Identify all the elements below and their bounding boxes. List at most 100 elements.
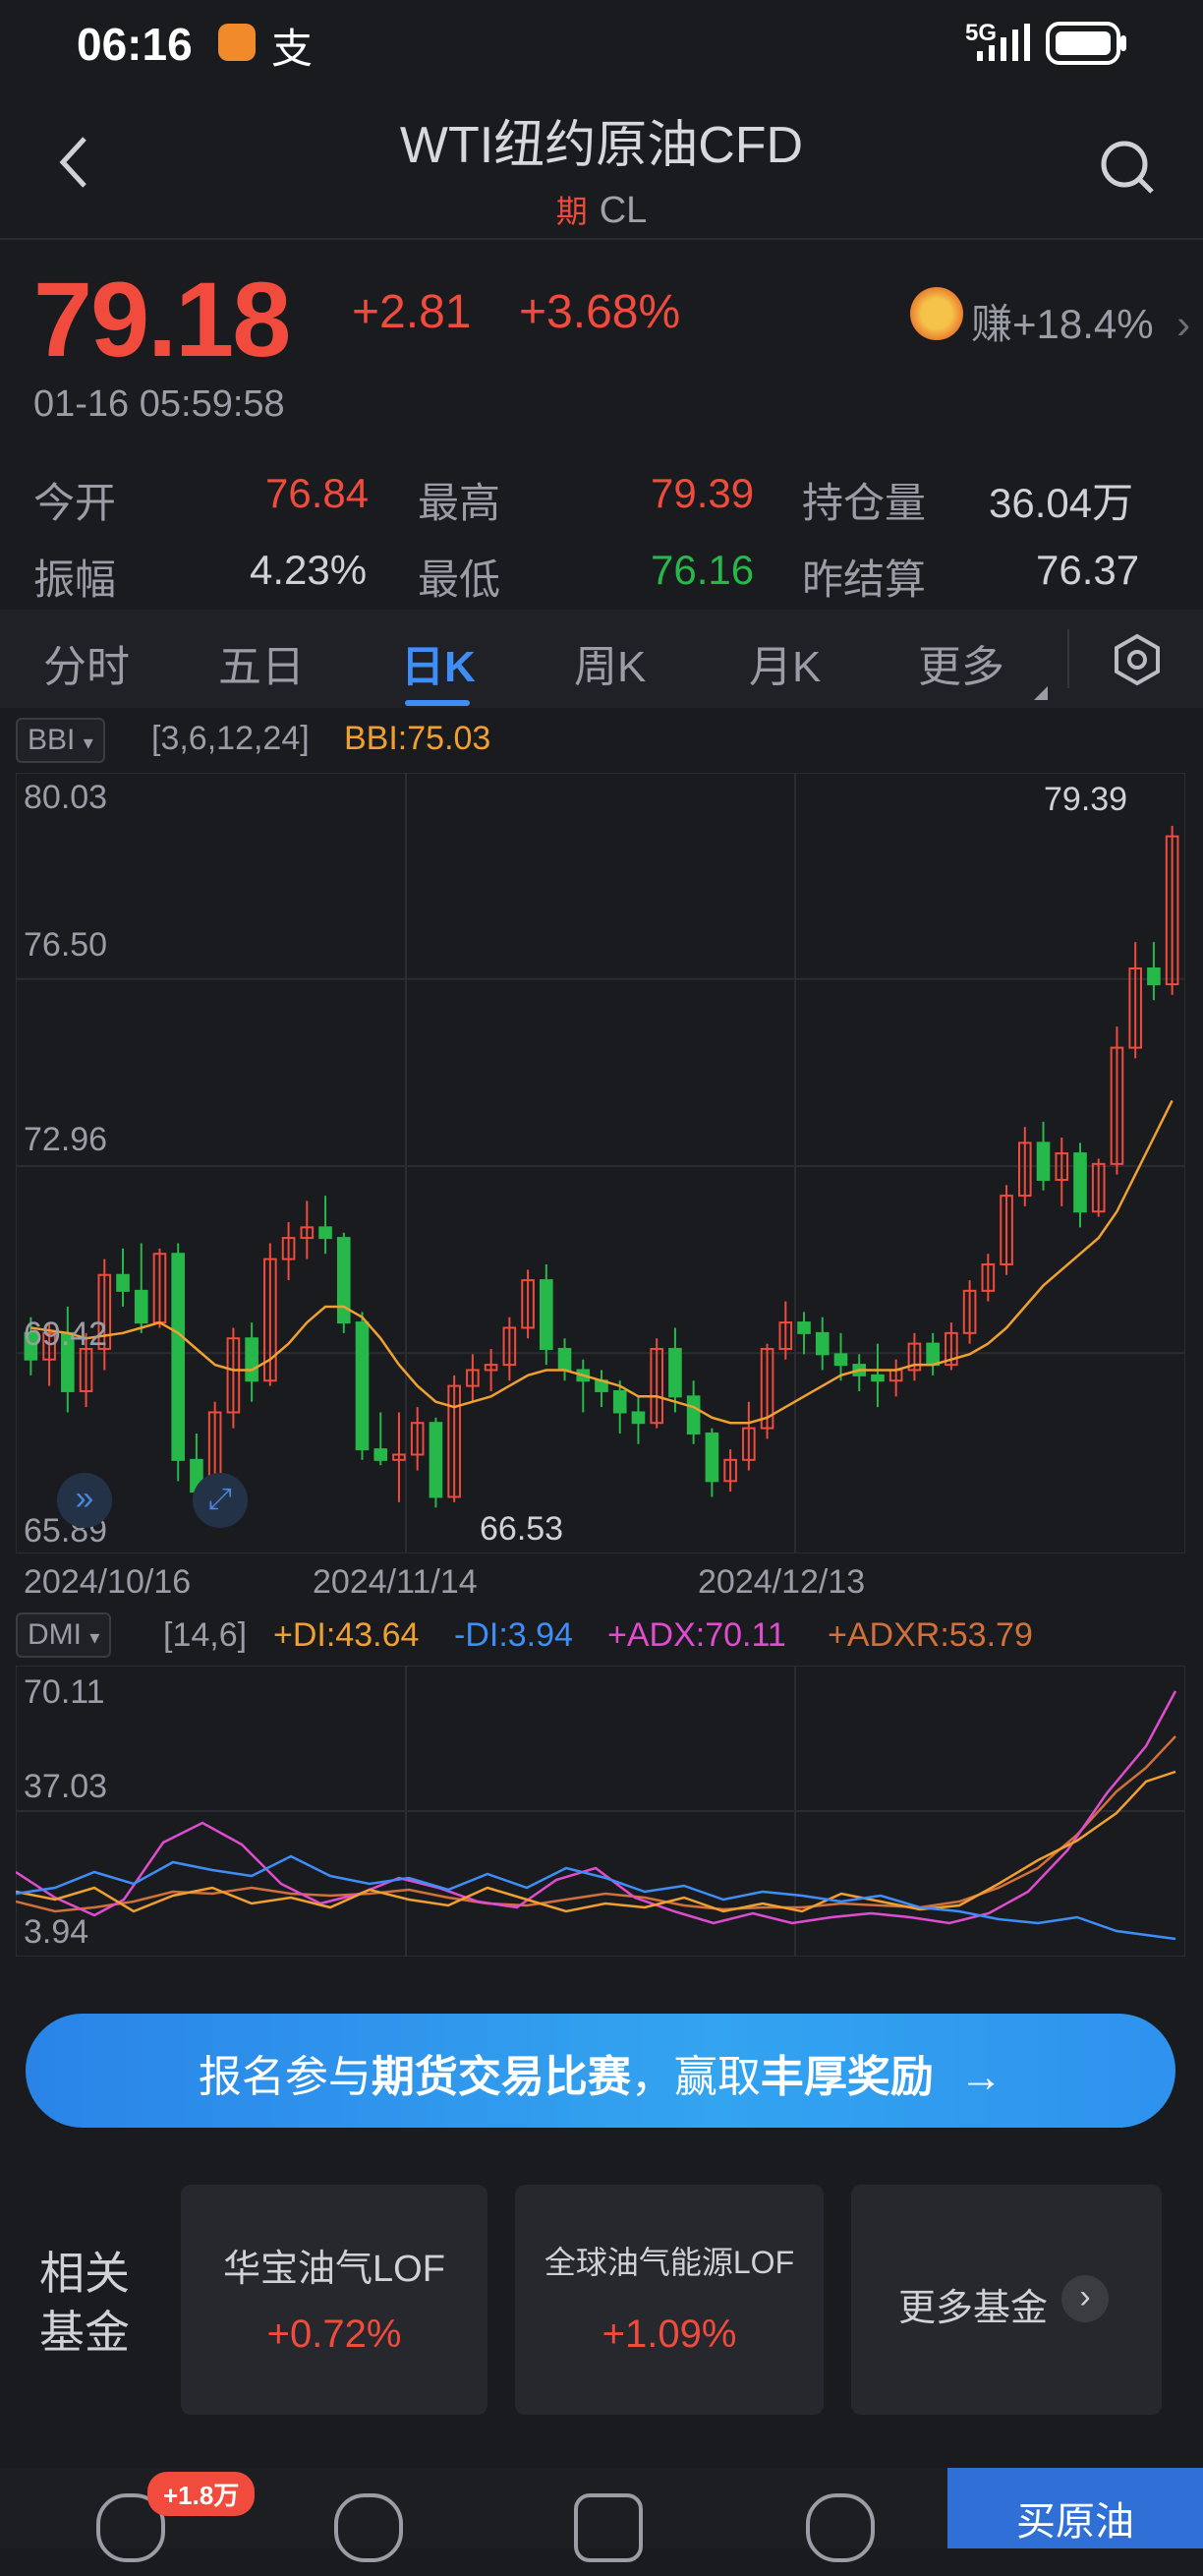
stat-label-high: 最高: [418, 480, 501, 526]
status-bar: 06:16 支 5G: [0, 0, 1203, 88]
dmi-pdi: +DI:43.64: [273, 1616, 420, 1654]
bottom-action-bar: +1.8万 买原油: [0, 2468, 1203, 2562]
alipay-icon: 支: [271, 26, 314, 72]
price-change-pct: +3.68%: [519, 286, 681, 338]
candle: [612, 1389, 627, 1414]
candle: [797, 1321, 811, 1334]
stat-label-open-interest: 持仓量: [802, 480, 927, 526]
stat-value-amplitude: 4.23%: [250, 547, 368, 593]
divider: [0, 238, 1203, 240]
fund-card[interactable]: 全球油气能源LOF +1.09%: [515, 2185, 824, 2415]
settings-icon[interactable]: [1111, 633, 1164, 691]
tab-more-triangle: [1034, 686, 1048, 700]
indicator-params: [3,6,12,24]: [151, 720, 310, 757]
max-price-marker: 79.39: [1044, 781, 1128, 818]
fund-card[interactable]: 华宝油气LOF +0.72%: [181, 2185, 487, 2415]
fullscreen-icon[interactable]: ⤢: [193, 1473, 248, 1528]
active-tab-underline: [405, 700, 470, 706]
page-header: WTI纽约原油CFD 期 CL: [0, 93, 1203, 236]
earn-avatar[interactable]: [910, 287, 963, 340]
futures-badge: 期: [555, 194, 588, 229]
date-axis-label: 2024/12/13: [698, 1563, 866, 1601]
candlestick-chart[interactable]: [16, 773, 1185, 1553]
banner-text: 报名参与期货交易比赛，赢取丰厚奖励 →: [198, 2053, 1003, 2101]
signal-icon: [973, 24, 1032, 63]
stat-value-high: 79.39: [651, 470, 755, 516]
fund-name: 全球油气能源LOF: [544, 2245, 795, 2280]
search-icon[interactable]: [1099, 139, 1158, 198]
comment-count-badge: +1.8万: [147, 2472, 256, 2516]
buy-button[interactable]: 买原油: [947, 2468, 1203, 2548]
sub-indicator-name: DMI: [28, 1618, 82, 1651]
candle: [815, 1331, 830, 1356]
candle: [355, 1321, 370, 1451]
candle: [116, 1273, 130, 1292]
dmi-chart[interactable]: [16, 1666, 1185, 1957]
adxr-line: [16, 1735, 1176, 1913]
sub-indicator-select[interactable]: DMI ▾: [16, 1612, 112, 1658]
tab-more[interactable]: 更多: [918, 631, 1004, 694]
favorite-icon[interactable]: [334, 2493, 403, 2562]
adx-line: [16, 1690, 1177, 1925]
arrow-right-icon: →: [959, 2053, 1003, 2101]
chevron-right-icon: ›: [1061, 2275, 1109, 2322]
price-axis-label: 80.03: [24, 779, 108, 816]
dmi-params: [14,6]: [163, 1616, 248, 1654]
candle: [1147, 966, 1161, 986]
chevron-down-icon: ▾: [89, 1627, 100, 1649]
last-price: 79.18: [33, 260, 291, 379]
candle: [373, 1448, 388, 1461]
price-axis-label: 72.96: [24, 1121, 108, 1158]
dmi-mdi: -DI:3.94: [454, 1616, 573, 1654]
candle: [871, 1374, 885, 1382]
stat-value-low: 76.16: [651, 547, 755, 593]
clock: 06:16: [77, 19, 193, 70]
stat-label-prev-settle: 昨结算: [802, 556, 927, 603]
divider: [1067, 629, 1069, 688]
indicator-name: BBI: [28, 724, 76, 756]
candle: [1073, 1152, 1087, 1213]
tab-five-day[interactable]: 五日: [218, 631, 305, 694]
period-tabs: 分时 五日 日K 周K 月K 更多: [0, 610, 1203, 708]
candle: [833, 1353, 848, 1367]
chevron-down-icon: ▾: [83, 732, 93, 754]
tab-daily-k[interactable]: 日K: [401, 631, 476, 694]
candle: [245, 1337, 258, 1382]
tab-monthly-k[interactable]: 月K: [749, 631, 821, 694]
more-funds-card[interactable]: 更多基金 ›: [851, 2185, 1162, 2415]
instrument-code: 期 CL: [0, 187, 1203, 232]
battery-icon: [1046, 22, 1128, 70]
date-axis-label: 2024/11/14: [313, 1563, 478, 1601]
earn-badge[interactable]: 赚+18.4% ›: [971, 291, 1190, 351]
candle: [631, 1411, 646, 1425]
indicator-select[interactable]: BBI ▾: [16, 718, 105, 763]
app-notification-icon: [218, 24, 256, 61]
date-axis-label: 2024/10/16: [24, 1563, 192, 1601]
stat-value-prev-settle: 76.37: [1036, 547, 1140, 593]
candle: [540, 1279, 553, 1350]
dmi-axis-label: 70.11: [24, 1673, 105, 1711]
tab-intraday[interactable]: 分时: [43, 631, 130, 694]
page-title: WTI纽约原油CFD: [399, 117, 804, 174]
fund-change: +0.72%: [266, 2313, 402, 2356]
candle: [705, 1432, 719, 1483]
candle: [429, 1422, 443, 1498]
candle: [318, 1226, 332, 1240]
stat-value-open: 76.84: [265, 470, 370, 516]
stat-label-low: 最低: [418, 556, 501, 603]
more-icon[interactable]: [574, 2493, 643, 2562]
dmi-adx: +ADX:70.11: [607, 1616, 786, 1654]
expand-left-icon[interactable]: »: [57, 1473, 112, 1528]
price-axis-label: 76.50: [24, 926, 108, 964]
fund-name: 华宝油气LOF: [223, 2249, 445, 2290]
list-icon[interactable]: [806, 2493, 875, 2562]
competition-banner[interactable]: 报名参与期货交易比赛，赢取丰厚奖励 →: [26, 2014, 1175, 2128]
candle: [926, 1342, 940, 1367]
candle: [171, 1253, 186, 1461]
bbi-value: BBI:75.03: [344, 720, 491, 757]
tab-weekly-k[interactable]: 周K: [574, 631, 646, 694]
candle: [1036, 1142, 1051, 1181]
candle: [668, 1347, 682, 1398]
min-price-marker: 66.53: [480, 1510, 564, 1548]
dmi-adxr: +ADXR:53.79: [828, 1616, 1033, 1654]
